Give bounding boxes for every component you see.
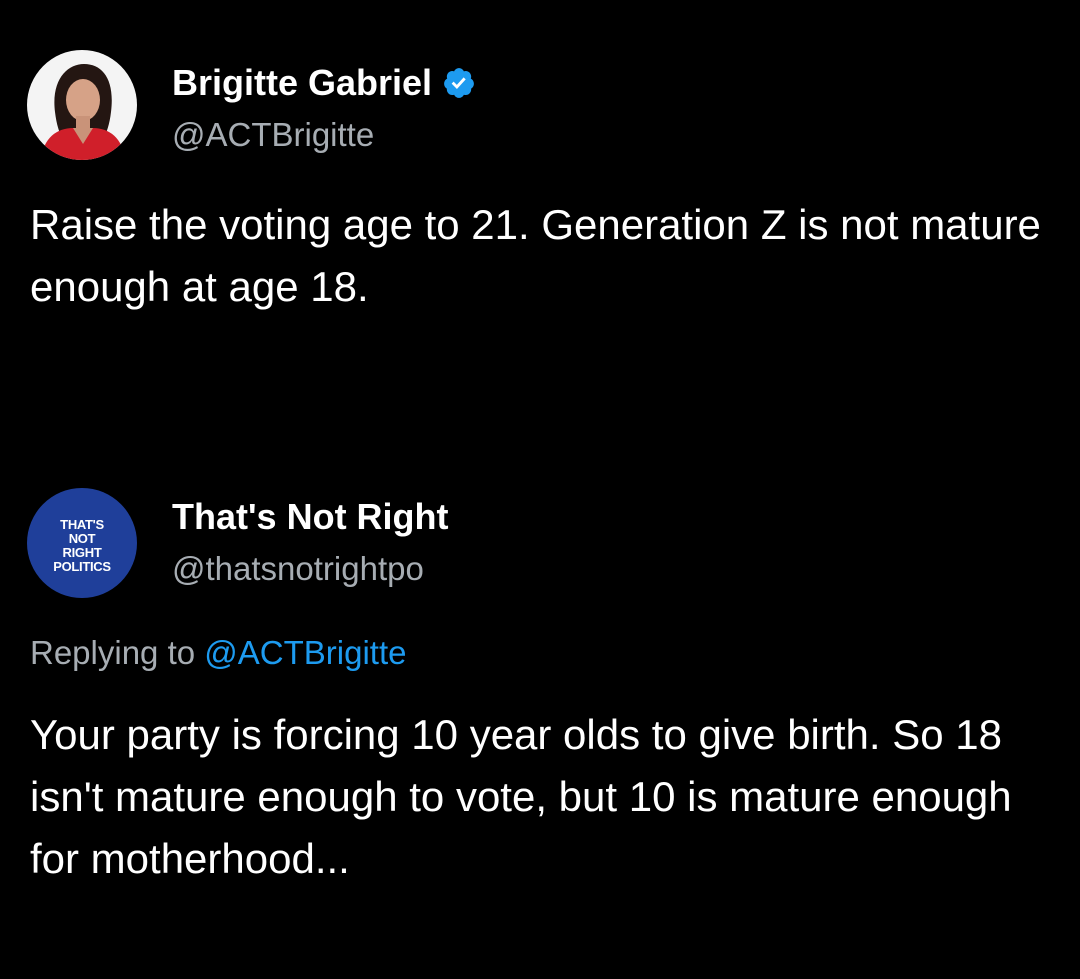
portrait-avatar-image — [27, 50, 137, 160]
replying-to-line: Replying to @ACTBrigitte — [30, 634, 407, 672]
display-name[interactable]: That's Not Right — [172, 496, 449, 538]
tweet-text: Your party is forcing 10 year olds to gi… — [30, 711, 1012, 882]
display-name[interactable]: Brigitte Gabriel — [172, 62, 432, 104]
logo-line: NOT — [68, 531, 96, 546]
logo-line: THAT'S — [60, 517, 104, 532]
logo-line: POLITICS — [53, 559, 111, 574]
logo-line: RIGHT — [62, 545, 102, 560]
handle[interactable]: @ACTBrigitte — [172, 116, 374, 154]
tweet-text: Raise the voting age to 21. Generation Z… — [30, 201, 1041, 310]
replying-prefix: Replying to — [30, 634, 196, 671]
avatar[interactable] — [27, 50, 137, 160]
verified-badge-icon — [442, 66, 476, 100]
replying-mention-link[interactable]: @ACTBrigitte — [204, 634, 406, 671]
avatar[interactable]: THAT'S NOT RIGHT POLITICS — [27, 488, 137, 598]
handle[interactable]: @thatsnotrightpo — [172, 550, 424, 588]
politics-logo: THAT'S NOT RIGHT POLITICS — [53, 518, 111, 574]
name-row: Brigitte Gabriel — [172, 62, 476, 104]
name-row: That's Not Right — [172, 496, 449, 538]
